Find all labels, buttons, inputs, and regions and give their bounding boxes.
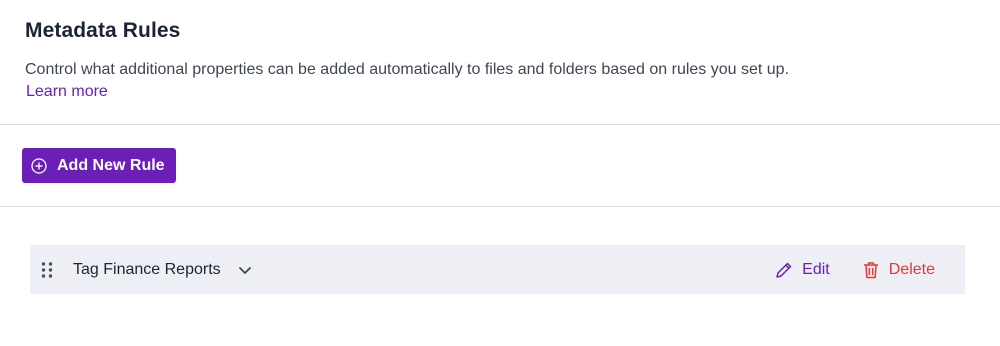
rule-name: Tag Finance Reports (73, 260, 221, 278)
drag-handle-icon[interactable] (40, 261, 54, 279)
add-new-rule-button[interactable]: Add New Rule (22, 148, 176, 183)
plus-circle-icon (31, 157, 47, 174)
learn-more-link[interactable]: Learn more (26, 82, 108, 102)
edit-label: Edit (802, 260, 830, 278)
divider (0, 206, 1000, 207)
divider (0, 124, 1000, 125)
pencil-icon (774, 260, 794, 280)
page-title: Metadata Rules (25, 19, 181, 42)
metadata-rules-page: Metadata Rules Control what additional p… (0, 0, 1000, 346)
rule-row: Tag Finance Reports Edit Delete (30, 245, 965, 294)
delete-rule-button[interactable]: Delete (861, 260, 935, 280)
rule-actions: Edit Delete (774, 245, 935, 294)
page-header: Metadata Rules Control what additional p… (25, 18, 980, 102)
delete-label: Delete (888, 260, 935, 278)
page-description: Control what additional properties can b… (25, 61, 790, 78)
trash-icon (861, 260, 881, 280)
add-new-rule-label: Add New Rule (57, 156, 165, 174)
chevron-down-icon[interactable] (237, 262, 253, 278)
edit-rule-button[interactable]: Edit (774, 260, 830, 280)
